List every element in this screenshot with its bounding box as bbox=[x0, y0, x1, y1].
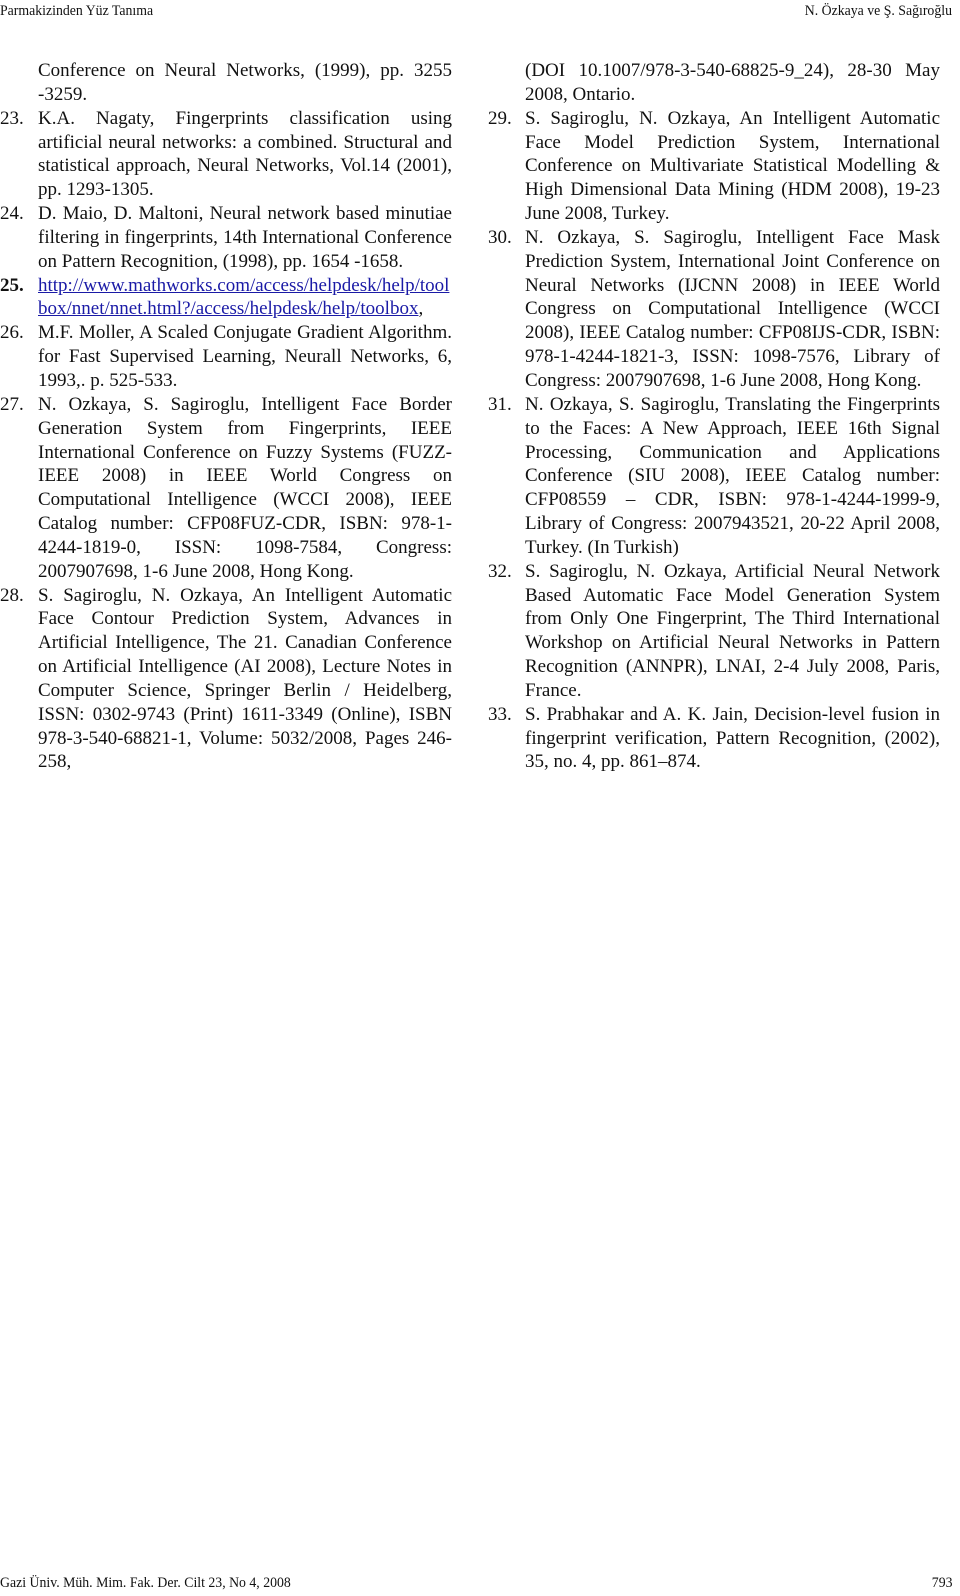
reference-number: 29. bbox=[488, 107, 512, 129]
reference-26: 26. M.F. Moller, A Scaled Conjugate Grad… bbox=[0, 321, 452, 393]
reference-text: S. Sagiroglu, N. Ozkaya, An Intelligent … bbox=[525, 107, 940, 225]
reference-number: 30. bbox=[488, 226, 512, 248]
reference-number: 24. bbox=[0, 203, 24, 225]
reference-number: 26. bbox=[0, 322, 24, 344]
page-footer: Gazi Üniv. Müh. Mim. Fak. Der. Cilt 23, … bbox=[0, 1572, 960, 1594]
reference-text: S. Prabhakar and A. K. Jain, Decision-le… bbox=[525, 703, 940, 773]
reference-30: 30. N. Ozkaya, S. Sagiroglu, Intelligent… bbox=[488, 226, 940, 393]
reference-text: K.A. Nagaty, Fingerprints classification… bbox=[38, 107, 452, 201]
reference-number: 23. bbox=[0, 107, 24, 129]
running-header: Parmakizinden Yüz Tanıma N. Özkaya ve Ş.… bbox=[0, 0, 960, 22]
reference-text: N. Ozkaya, S. Sagiroglu, Intelligent Fac… bbox=[525, 226, 940, 391]
reference-text: N. Ozkaya, S. Sagiroglu, Translating the… bbox=[525, 393, 940, 558]
reference-28: 28. S. Sagiroglu, N. Ozkaya, An Intellig… bbox=[0, 584, 452, 775]
reference-continuation: (DOI 10.1007/978-3-540-68825-9_24), 28-3… bbox=[525, 60, 940, 105]
page-number: 793 bbox=[931, 1575, 952, 1591]
reference-text: N. Ozkaya, S. Sagiroglu, Intelligent Fac… bbox=[38, 393, 452, 582]
reference-text: M.F. Moller, A Scaled Conjugate Gradient… bbox=[38, 322, 452, 391]
right-column: (DOI 10.1007/978-3-540-68825-9_24), 28-3… bbox=[488, 59, 940, 774]
journal-citation: Gazi Üniv. Müh. Mim. Fak. Der. Cilt 23, … bbox=[0, 1575, 291, 1591]
reference-number: 31. bbox=[488, 393, 512, 415]
mathworks-link[interactable]: http://www.mathworks.com/access/helpdesk… bbox=[38, 275, 449, 320]
reference-32: 32. S. Sagiroglu, N. Ozkaya, Artificial … bbox=[488, 560, 940, 703]
reference-number: 28. bbox=[0, 584, 24, 606]
reference-24: 24. D. Maio, D. Maltoni, Neural network … bbox=[0, 202, 452, 274]
reference-text: S. Sagiroglu, N. Ozkaya, An Intelligent … bbox=[38, 584, 452, 773]
header-title: Parmakizinden Yüz Tanıma bbox=[0, 3, 154, 19]
reference-33: 33. S. Prabhakar and A. K. Jain, Decisio… bbox=[488, 703, 940, 775]
reference-number: 25. bbox=[0, 274, 24, 296]
reference-number: 33. bbox=[488, 703, 512, 725]
reference-23: 23. K.A. Nagaty, Fingerprints classifica… bbox=[0, 107, 452, 202]
reference-29: 29. S. Sagiroglu, N. Ozkaya, An Intellig… bbox=[488, 107, 940, 226]
header-authors: N. Özkaya ve Ş. Sağıroğlu bbox=[804, 3, 952, 19]
reference-number: 27. bbox=[0, 393, 24, 415]
reference-text: S. Sagiroglu, N. Ozkaya, Artificial Neur… bbox=[525, 560, 940, 701]
left-column: Conference on Neural Networks, (1999), p… bbox=[0, 59, 452, 774]
reference-continuation: Conference on Neural Networks, (1999), p… bbox=[38, 60, 452, 105]
reference-25: 25. http://www.mathworks.com/access/help… bbox=[0, 274, 450, 320]
reference-number: 32. bbox=[488, 560, 512, 582]
reference-text: D. Maio, D. Maltoni, Neural network base… bbox=[38, 203, 452, 272]
reference-31: 31. N. Ozkaya, S. Sagiroglu, Translating… bbox=[488, 393, 940, 560]
reference-27: 27. N. Ozkaya, S. Sagiroglu, Intelligent… bbox=[0, 393, 452, 584]
